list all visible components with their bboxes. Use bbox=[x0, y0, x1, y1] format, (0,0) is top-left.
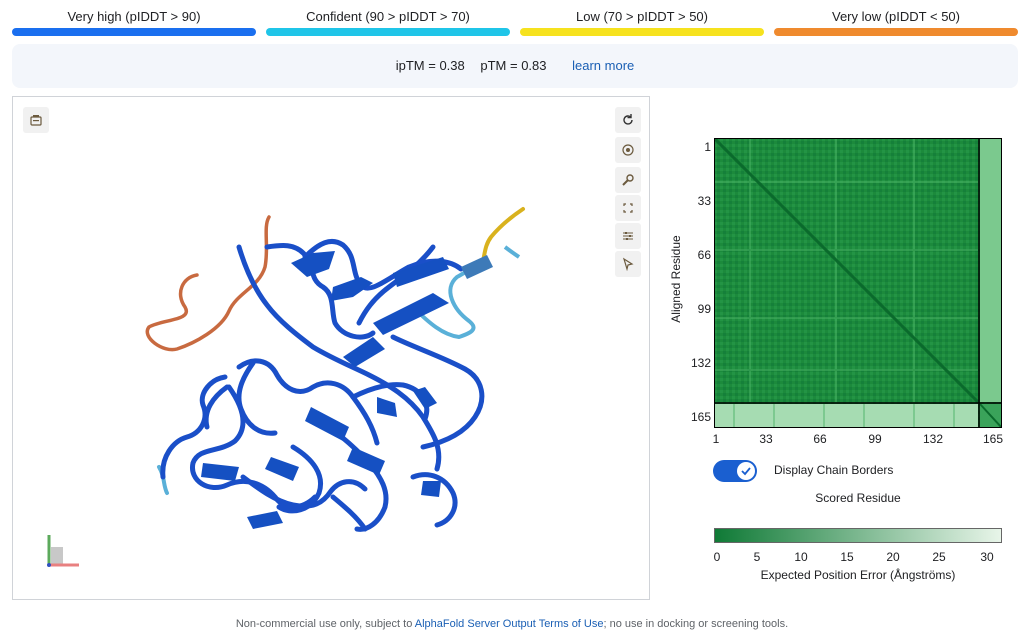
chain-borders-toggle[interactable] bbox=[713, 460, 757, 482]
colorbar-tick: 20 bbox=[886, 550, 900, 564]
pae-y-tick: 99 bbox=[697, 302, 711, 316]
colorbar-label: Expected Position Error (Ångströms) bbox=[760, 568, 956, 582]
legend-label: Low (70 > pIDDT > 50) bbox=[576, 9, 708, 24]
pae-x-axis-label: Scored Residue bbox=[815, 491, 901, 505]
legend-bar-very-high bbox=[12, 28, 256, 36]
confidence-legend: Very high (pIDDT > 90) Confident (90 > p… bbox=[12, 8, 1018, 38]
legend-bar-low bbox=[520, 28, 764, 36]
pae-x-tick: 33 bbox=[759, 432, 773, 446]
pae-y-tick: 165 bbox=[690, 410, 711, 424]
footer-suffix: ; no use in docking or screening tools. bbox=[603, 618, 789, 630]
legend-confident: Confident (90 > pIDDT > 70) bbox=[266, 8, 510, 36]
legend-very-low: Very low (pIDDT < 50) bbox=[774, 8, 1018, 36]
pae-y-tick: 66 bbox=[697, 248, 711, 262]
legend-label: Confident (90 > pIDDT > 70) bbox=[306, 9, 470, 24]
pae-x-tick: 99 bbox=[868, 432, 882, 446]
pae-y-tick: 33 bbox=[697, 194, 711, 208]
pae-x-tick: 1 bbox=[712, 432, 720, 446]
pae-y-tick: 132 bbox=[690, 356, 711, 370]
structure-viewer[interactable] bbox=[12, 96, 650, 600]
legend-low: Low (70 > pIDDT > 50) bbox=[520, 8, 764, 36]
pae-heatmap[interactable] bbox=[714, 138, 1002, 428]
colorbar-tick: 0 bbox=[713, 550, 721, 564]
legend-label: Very high (pIDDT > 90) bbox=[67, 9, 201, 24]
pae-y-tick: 1 bbox=[704, 140, 711, 154]
pae-x-tick: 165 bbox=[982, 432, 1004, 446]
colorbar-tick: 30 bbox=[980, 550, 994, 564]
colorbar-tick: 5 bbox=[753, 550, 761, 564]
pae-x-tick: 132 bbox=[922, 432, 944, 446]
check-icon bbox=[737, 462, 755, 480]
legend-very-high: Very high (pIDDT > 90) bbox=[12, 8, 256, 36]
colorbar-tick: 15 bbox=[840, 550, 854, 564]
chain-borders-label: Display Chain Borders bbox=[774, 463, 894, 477]
pae-x-tick: 66 bbox=[813, 432, 827, 446]
terms-link[interactable]: AlphaFold Server Output Terms of Use bbox=[415, 618, 604, 630]
footer-prefix: Non-commercial use only, subject to bbox=[235, 618, 415, 630]
iptm-value: ipTM = 0.38 bbox=[395, 58, 465, 73]
legend-bar-very-low bbox=[774, 28, 1018, 36]
axes-indicator bbox=[47, 535, 79, 567]
learn-more-link[interactable]: learn more bbox=[572, 58, 634, 73]
footer-disclaimer: Non-commercial use only, subject to Alph… bbox=[0, 618, 1024, 630]
protein-structure-render[interactable] bbox=[13, 97, 649, 599]
colorbar-tick: 25 bbox=[932, 550, 946, 564]
legend-bar-confident bbox=[266, 28, 510, 36]
colorbar-tick: 10 bbox=[794, 550, 808, 564]
legend-label: Very low (pIDDT < 50) bbox=[831, 9, 960, 24]
ptm-value: pTM = 0.83 bbox=[480, 58, 547, 73]
pae-colorbar bbox=[714, 528, 1002, 543]
pae-panel: Aligned Residue 1 33 66 99 132 165 1 33 … bbox=[660, 96, 1024, 600]
metrics-bar: ipTM = 0.38 pTM = 0.83 learn more bbox=[12, 44, 1018, 88]
